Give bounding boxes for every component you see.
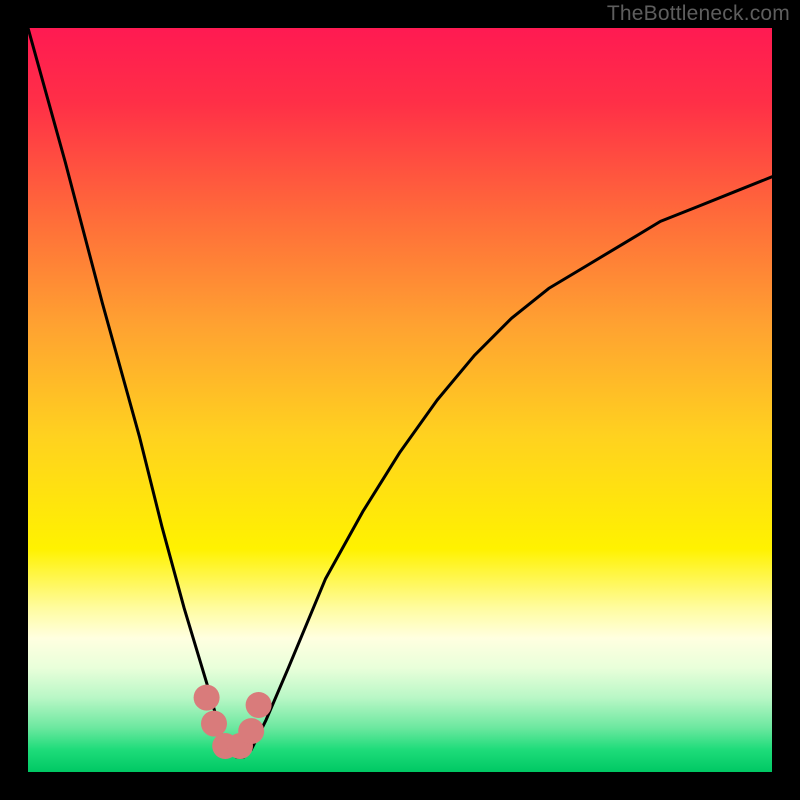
watermark-text: TheBottleneck.com [607,2,790,26]
gradient-background [28,28,772,772]
curve-marker [246,692,272,718]
curve-marker [194,685,220,711]
curve-marker [201,711,227,737]
curve-marker [238,718,264,744]
plot-area [28,28,772,772]
chart-frame: TheBottleneck.com [0,0,800,800]
bottleneck-chart [28,28,772,772]
